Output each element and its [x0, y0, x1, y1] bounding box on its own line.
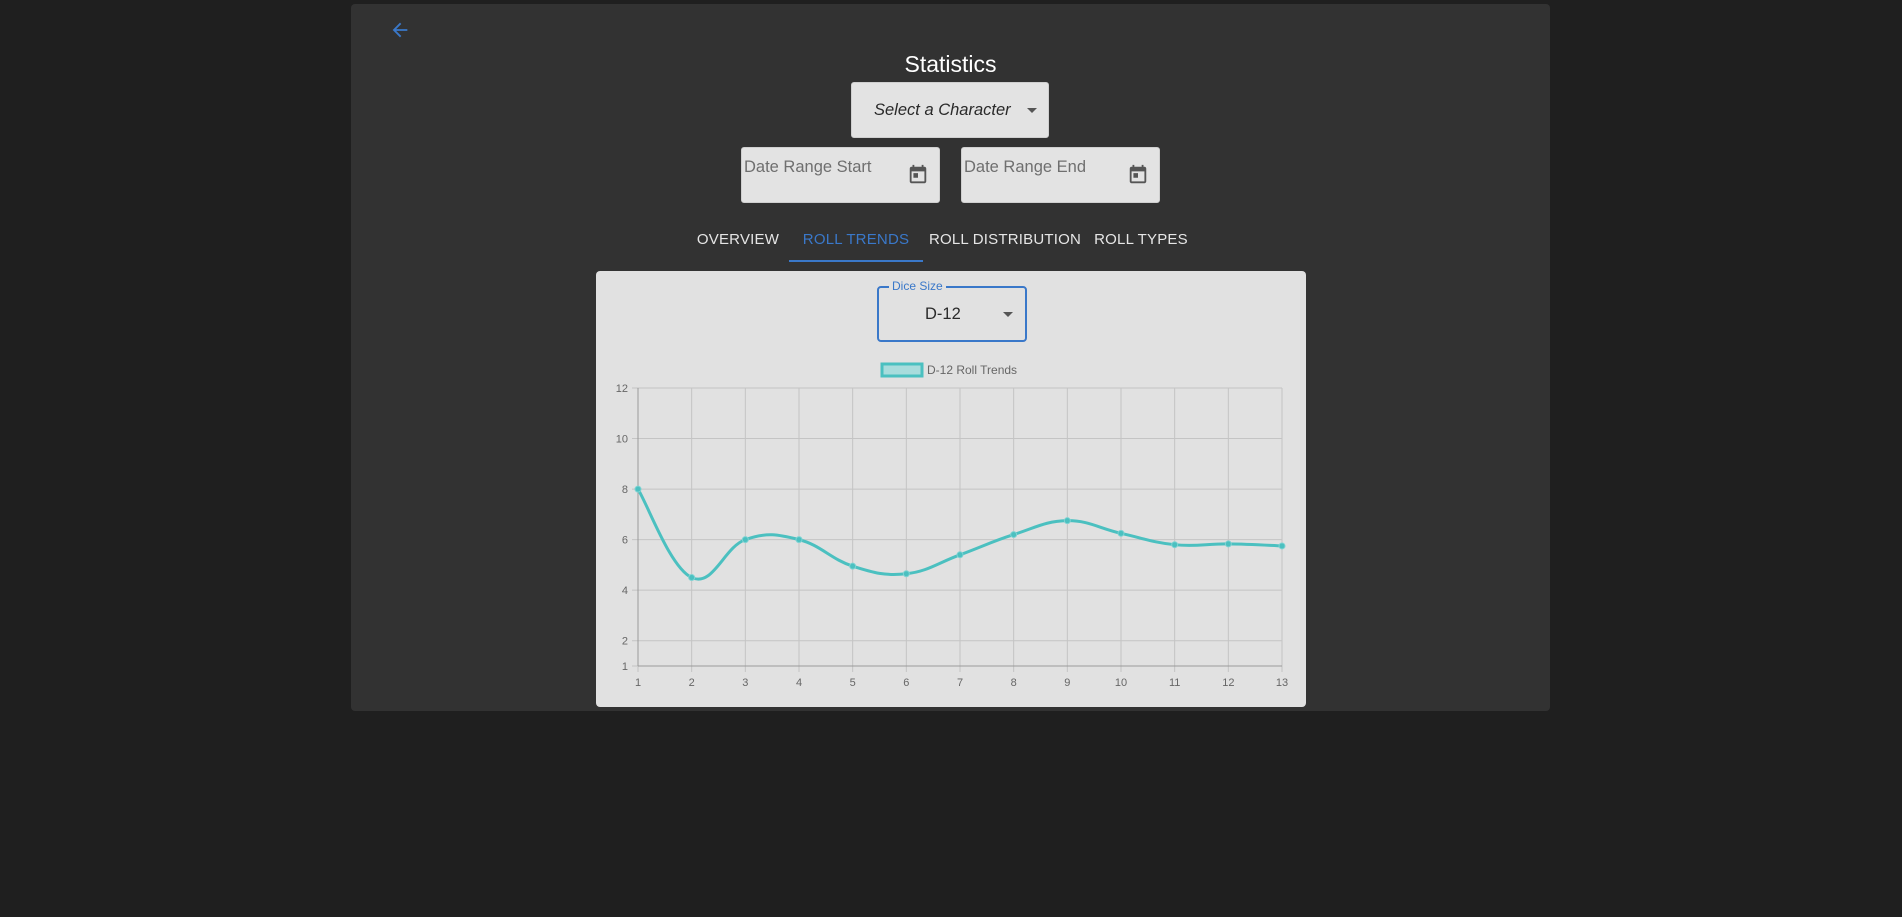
back-button[interactable] — [386, 16, 414, 44]
character-select[interactable]: Select a Character — [851, 82, 1049, 138]
date-range-end-placeholder: Date Range End — [964, 158, 1087, 176]
y-tick-label: 4 — [622, 585, 628, 597]
data-point — [1063, 517, 1071, 525]
character-select-value: Select a Character — [874, 101, 1011, 119]
x-tick-label: 10 — [1115, 677, 1127, 689]
y-tick-label: 12 — [616, 383, 628, 395]
tab-roll-distribution[interactable]: ROLL DISTRIBUTION — [923, 220, 1087, 265]
statistics-panel: Statistics Select a Character Date Range… — [351, 4, 1550, 711]
y-tick-label: 6 — [622, 535, 628, 547]
arrow-left-icon — [392, 22, 408, 38]
data-point — [1117, 529, 1125, 537]
page-title: Statistics — [904, 51, 997, 77]
y-tick-label: 2 — [622, 636, 628, 648]
data-point — [1010, 531, 1018, 539]
date-range-start-field[interactable]: Date Range Start — [741, 147, 940, 203]
y-tick-label: 10 — [616, 434, 628, 446]
date-range-end-field[interactable]: Date Range End — [961, 147, 1160, 203]
x-tick-label: 8 — [1011, 677, 1017, 689]
tab-roll-types[interactable]: ROLL TYPES — [1085, 220, 1197, 265]
data-point — [902, 570, 910, 578]
y-tick-label: 1 — [622, 661, 628, 673]
data-point — [688, 574, 696, 582]
x-tick-label: 11 — [1169, 677, 1180, 689]
data-point — [741, 536, 749, 544]
roll-trends-card: Dice Size D-12 1 2 4 6 8 10 12 1 2 3 4 5 6 7 8 9 10 11 12 1… — [596, 271, 1306, 707]
calendar-icon[interactable] — [907, 164, 929, 186]
x-tick-label: 12 — [1222, 677, 1234, 689]
roll-trends-chart: 1246810121 2 3 4 5 6 7 8 9 10 11 12 13D-12 Roll Tren… — [616, 362, 1288, 689]
x-tick-label: 9 — [1064, 677, 1070, 689]
data-point — [795, 536, 803, 544]
active-tab-indicator — [789, 260, 923, 262]
date-range-start-placeholder: Date Range Start — [744, 158, 872, 176]
x-tick-label: 5 — [850, 677, 856, 689]
data-point — [634, 485, 642, 493]
x-tick-label: 13 — [1276, 677, 1288, 689]
data-point — [956, 551, 964, 559]
data-point — [1171, 541, 1179, 549]
legend-swatch — [880, 362, 924, 378]
x-tick-label: 3 — [742, 677, 748, 689]
chevron-down-icon — [1027, 108, 1037, 113]
x-tick-label: 7 — [957, 677, 963, 689]
tab-roll-trends[interactable]: ROLL TRENDS — [789, 220, 923, 265]
x-tick-label: 2 — [689, 677, 695, 689]
x-tick-label: 1 — [635, 677, 641, 689]
data-point — [1278, 542, 1286, 550]
x-tick-label: 6 — [903, 677, 909, 689]
stats-tabs: OVERVIEW ROLL TRENDS ROLL DISTRIBUTION R… — [351, 220, 1550, 265]
x-tick-label: 4 — [796, 677, 802, 689]
data-point — [1224, 540, 1232, 548]
calendar-icon[interactable] — [1127, 164, 1149, 186]
y-tick-label: 8 — [622, 484, 628, 496]
data-point — [849, 562, 857, 570]
tab-overview[interactable]: OVERVIEW — [681, 220, 795, 265]
legend-label: D-12 Roll Trends — [927, 363, 1017, 377]
